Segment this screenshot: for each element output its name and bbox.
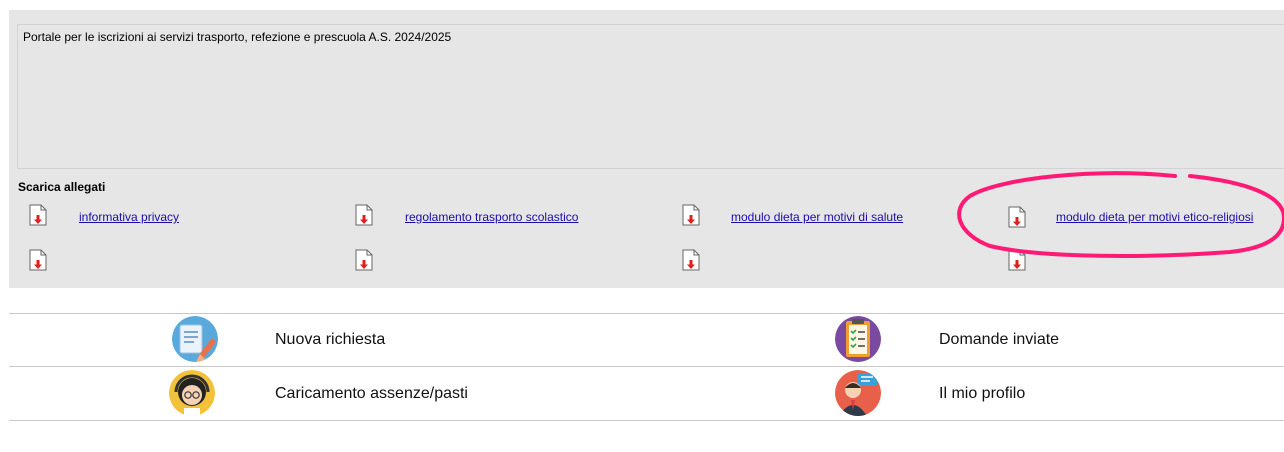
- menu-sent-applications[interactable]: Domande inviate: [939, 331, 1059, 349]
- pdf-download-icon[interactable]: [29, 204, 47, 226]
- attachments-title: Scarica allegati: [18, 180, 106, 194]
- notice-text: Portale per le iscrizioni ai servizi tra…: [23, 30, 452, 44]
- pdf-download-icon[interactable]: [682, 204, 700, 226]
- operator-icon[interactable]: [169, 370, 215, 416]
- new-request-icon[interactable]: [172, 316, 218, 362]
- menu-absences-meals[interactable]: Caricamento assenze/pasti: [275, 385, 468, 403]
- attachment-link-diet-ethical[interactable]: modulo dieta per motivi etico-religiosi: [1056, 210, 1253, 224]
- menu-new-request[interactable]: Nuova richiesta: [275, 331, 385, 349]
- menu-divider: [9, 420, 1284, 421]
- pdf-download-icon[interactable]: [1008, 206, 1026, 228]
- pdf-download-icon[interactable]: [29, 249, 47, 271]
- pdf-download-icon[interactable]: [355, 249, 373, 271]
- menu-divider: [9, 366, 1284, 367]
- pdf-download-icon[interactable]: [1008, 249, 1026, 271]
- profile-icon[interactable]: [835, 370, 881, 416]
- menu-my-profile[interactable]: Il mio profilo: [939, 385, 1025, 403]
- attachment-link-diet-health[interactable]: modulo dieta per motivi di salute: [731, 210, 903, 224]
- pdf-download-icon[interactable]: [355, 204, 373, 226]
- attachment-link-transport-rules[interactable]: regolamento trasporto scolastico: [405, 210, 578, 224]
- attachment-link-privacy[interactable]: informativa privacy: [79, 210, 179, 224]
- pdf-download-icon[interactable]: [682, 249, 700, 271]
- notice-box: Portale per le iscrizioni ai servizi tra…: [17, 24, 1284, 169]
- checklist-icon[interactable]: [835, 316, 881, 362]
- menu-divider: [9, 313, 1284, 314]
